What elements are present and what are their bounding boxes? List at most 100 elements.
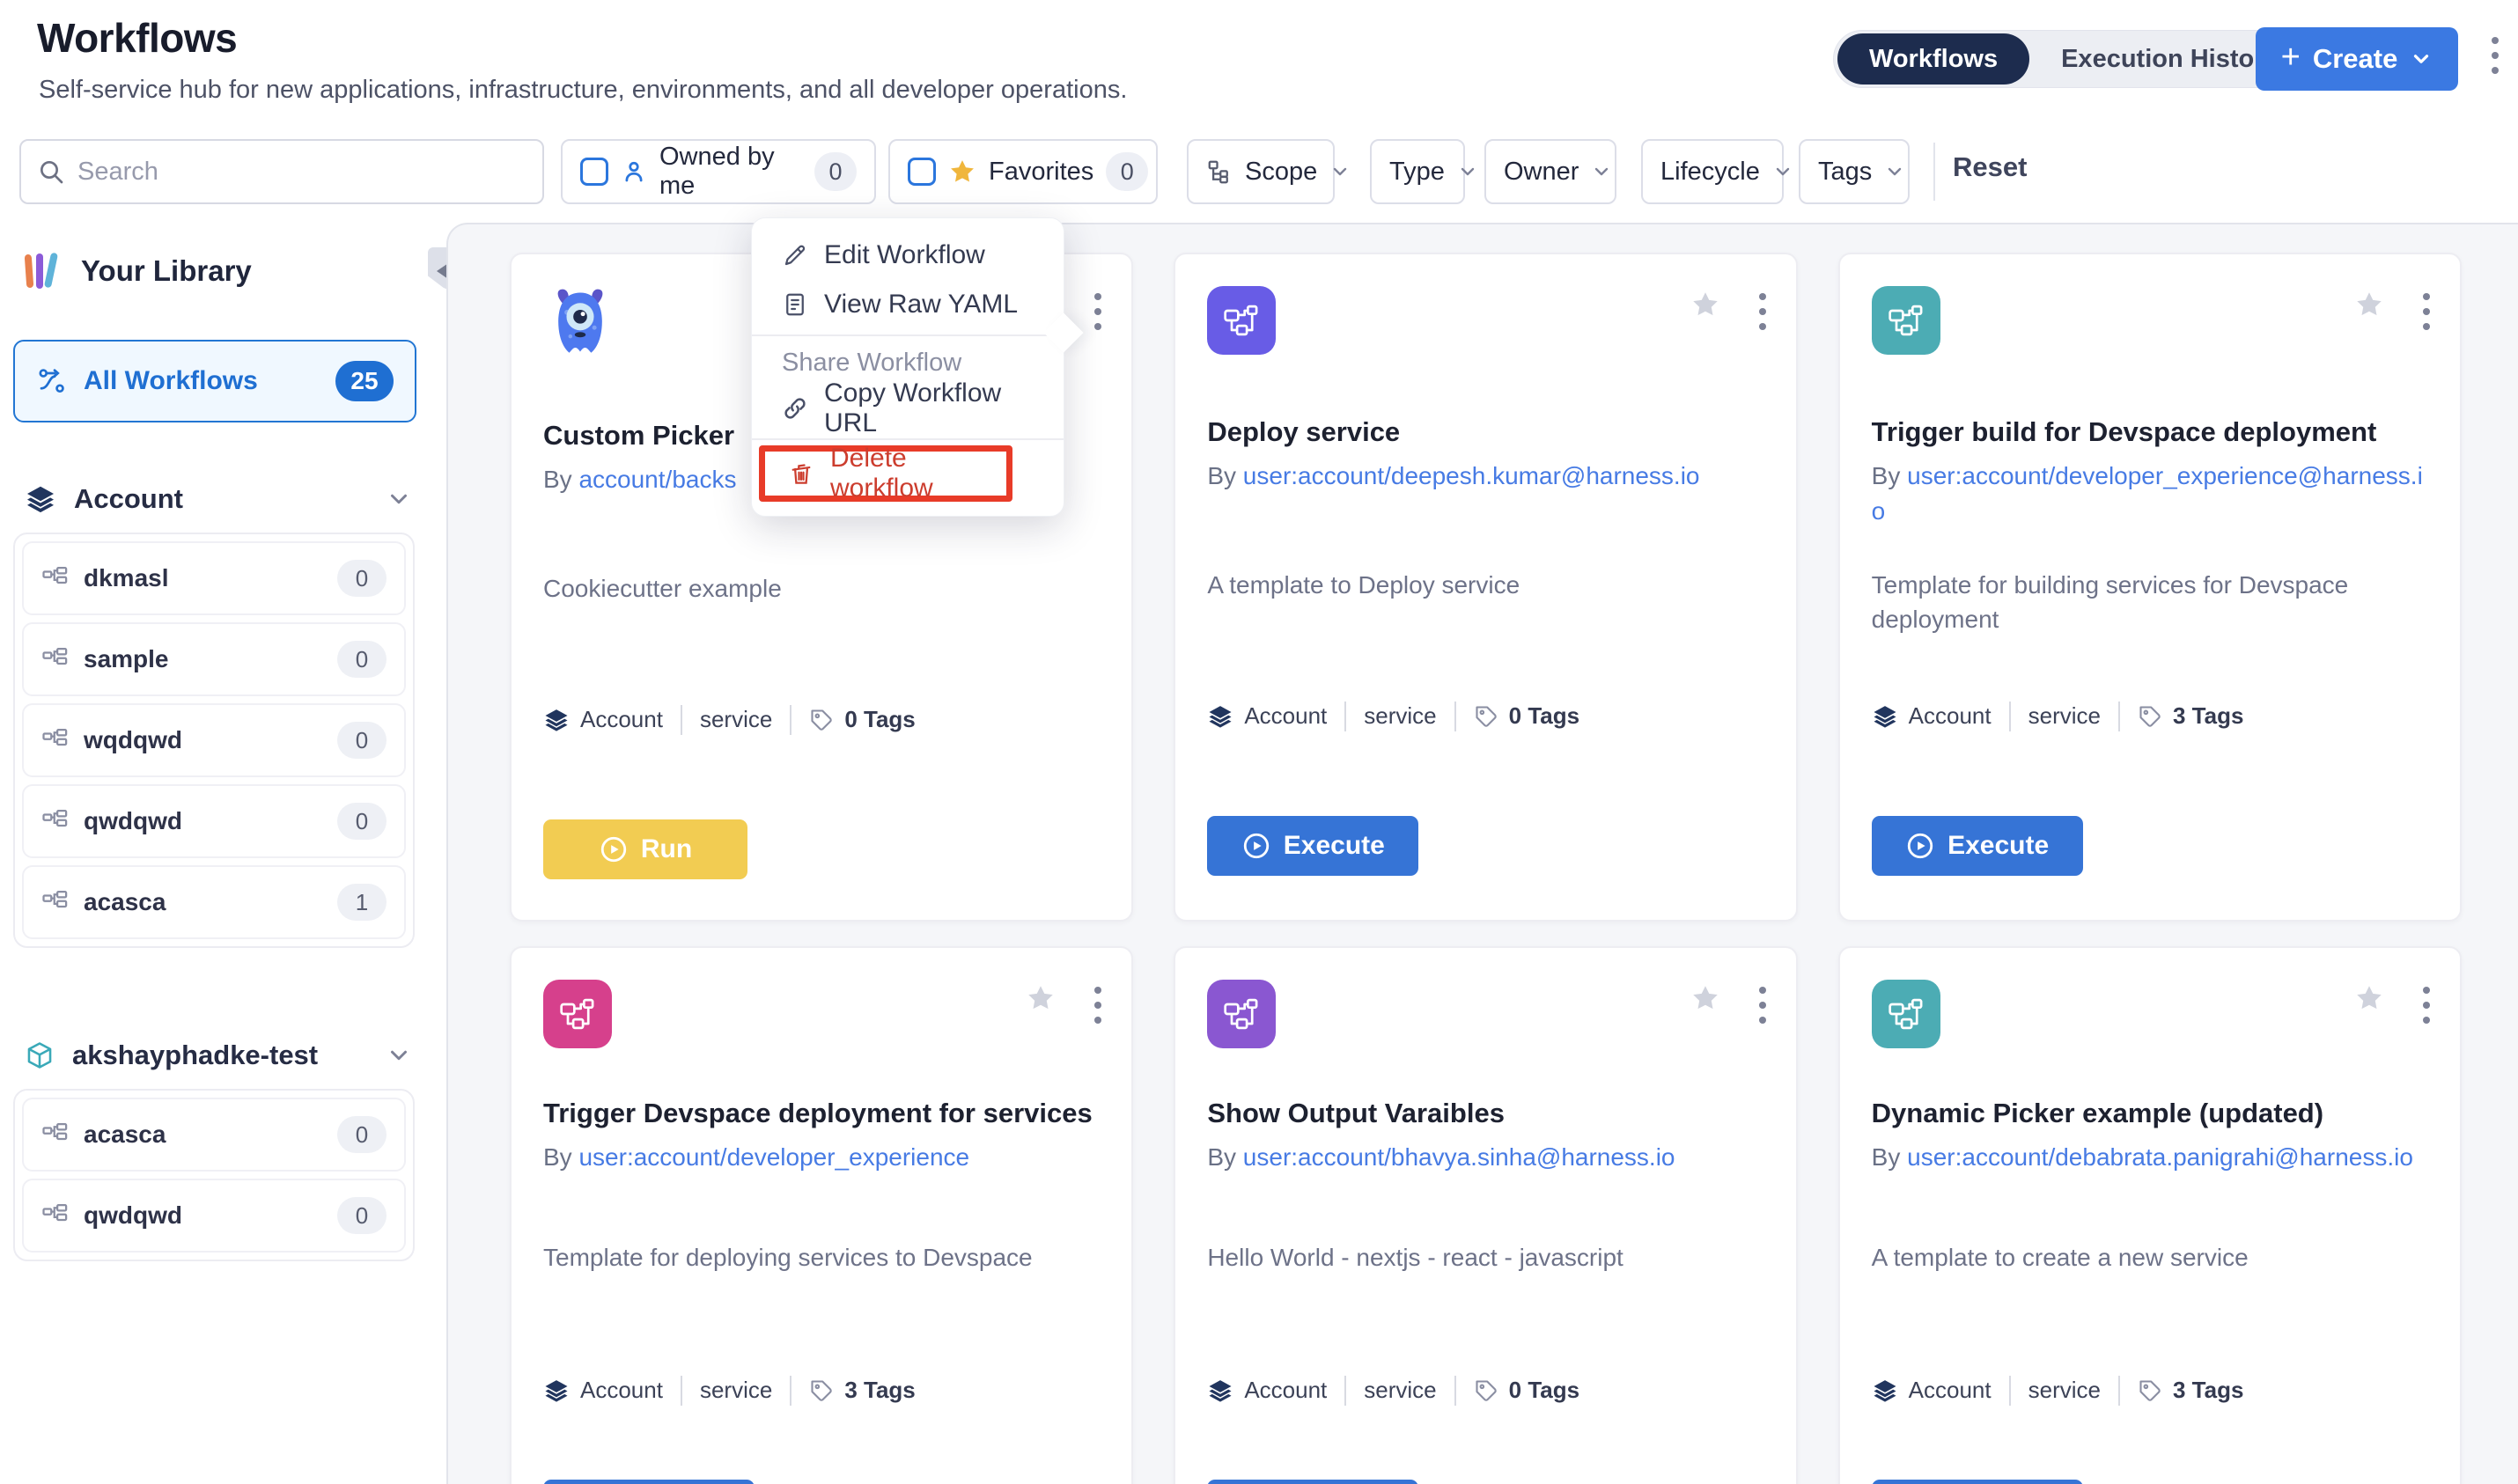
search-icon (37, 158, 65, 186)
favorite-star-icon[interactable] (1026, 983, 1056, 1013)
document-icon (782, 291, 808, 318)
header-kebab-menu[interactable] (2492, 37, 2499, 74)
section-account-label: Account (74, 483, 368, 515)
card-kebab-menu[interactable] (2423, 987, 2430, 1024)
lifecycle-filter[interactable]: Lifecycle (1641, 139, 1784, 204)
chevron-down-icon (2410, 48, 2433, 70)
lifecycle-filter-label: Lifecycle (1660, 158, 1760, 187)
view-toggle: Workflows Execution History (1833, 30, 2315, 88)
scope-filter[interactable]: Scope (1187, 139, 1335, 204)
menu-section-share: Share Workflow (752, 342, 1064, 384)
flowchart-icon (1222, 995, 1261, 1033)
tag-icon (1474, 1378, 1498, 1403)
owned-by-me-label: Owned by me (659, 143, 802, 201)
menu-item-edit-workflow[interactable]: Edit Workflow (752, 231, 1064, 280)
star-icon (948, 158, 976, 186)
page-title: Workflows (37, 14, 237, 62)
type-filter[interactable]: Type (1370, 139, 1465, 204)
sidebar-section-account[interactable]: Account (25, 483, 412, 515)
card-type: service (1364, 702, 1436, 730)
card-scope: Account (580, 1377, 663, 1404)
sidebar-item-acasca-akshay[interactable]: acasca 0 (22, 1098, 406, 1172)
tag-icon (2138, 704, 2162, 729)
org-chart-icon (41, 565, 68, 591)
sidebar-item-dkmasl[interactable]: dkmasl 0 (22, 541, 406, 615)
workflow-tile-icon (1872, 286, 1940, 355)
favorites-filter[interactable]: Favorites 0 (888, 139, 1158, 204)
card-kebab-menu[interactable] (2423, 293, 2430, 330)
sidebar-item-qwdqwd-account[interactable]: qwdqwd 0 (22, 784, 406, 858)
card-kebab-menu[interactable] (1094, 293, 1101, 330)
card-tags: 0 Tags (1509, 702, 1579, 730)
menu-item-view-raw-yaml[interactable]: View Raw YAML (752, 280, 1064, 329)
org-chart-icon (41, 889, 68, 915)
author-link[interactable]: user:account/bhavya.sinha@harness.io (1243, 1143, 1675, 1171)
org-chart-icon (41, 808, 68, 834)
execute-button[interactable]: Execute (1207, 1480, 1418, 1484)
workflow-card-dynamic-picker[interactable]: Dynamic Picker example (updated) By user… (1838, 946, 2462, 1484)
menu-item-copy-workflow-url[interactable]: Copy Workflow URL (752, 384, 1064, 433)
execute-button[interactable]: Execute (543, 1480, 755, 1484)
card-description: Hello World - nextjs - react - javascrip… (1207, 1240, 1763, 1332)
author-link[interactable]: user:account/debabrata.panigrahi@harness… (1907, 1143, 2413, 1171)
author-link[interactable]: user:account/developer_experience (578, 1143, 969, 1171)
monster-icon (543, 286, 617, 358)
tags-filter[interactable]: Tags (1799, 139, 1910, 204)
workflow-context-menu: Edit Workflow View Raw YAML Share Workfl… (751, 217, 1064, 517)
workflow-card-trigger-build[interactable]: Trigger build for Devspace deployment By… (1838, 253, 2462, 922)
sidebar-item-all-workflows[interactable]: All Workflows 25 (13, 340, 416, 422)
sidebar-item-wqdqwd[interactable]: wqdqwd 0 (22, 703, 406, 777)
workflows-page: Workflows Self-service hub for new appli… (0, 0, 2518, 1484)
favorites-count: 0 (1106, 152, 1148, 191)
create-button[interactable]: + Create (2256, 27, 2458, 91)
menu-item-delete-workflow[interactable]: Delete workflow (765, 452, 1006, 496)
chevron-down-icon (386, 486, 412, 512)
card-kebab-menu[interactable] (1759, 293, 1766, 330)
card-author: By user:account/bhavya.sinha@harness.io (1207, 1140, 1763, 1217)
sidebar-title: Your Library (81, 254, 252, 288)
author-link[interactable]: account/backs (578, 466, 736, 493)
search-input[interactable] (77, 158, 526, 187)
layers-icon (543, 707, 570, 733)
favorite-star-icon[interactable] (1690, 290, 1720, 320)
sidebar-item-acasca-account[interactable]: acasca 1 (22, 865, 406, 939)
favorites-checkbox[interactable] (908, 158, 936, 186)
execute-button[interactable]: Execute (1207, 816, 1418, 876)
menu-divider (752, 438, 1064, 440)
run-button[interactable]: Run (543, 819, 747, 879)
layers-icon (25, 483, 56, 515)
owned-by-me-filter[interactable]: Owned by me 0 (561, 139, 876, 204)
layers-icon (1207, 1377, 1233, 1404)
favorite-star-icon[interactable] (1690, 983, 1720, 1013)
reset-filters-button[interactable]: Reset (1953, 151, 2027, 183)
execute-button[interactable]: Execute (1872, 1480, 2083, 1484)
sidebar-item-qwdqwd-akshay[interactable]: qwdqwd 0 (22, 1179, 406, 1253)
author-link[interactable]: user:account/developer_experience@harnes… (1872, 462, 2423, 525)
chevron-down-icon (1457, 161, 1478, 182)
create-button-label: Create (2313, 43, 2398, 75)
tag-icon (1474, 704, 1498, 729)
tab-workflows[interactable]: Workflows (1837, 33, 2029, 84)
org-chart-icon (41, 1121, 68, 1148)
card-kebab-menu[interactable] (1094, 987, 1101, 1024)
workflow-card-trigger-devspace[interactable]: Trigger Devspace deployment for services… (510, 946, 1133, 1484)
flowchart-icon (1222, 301, 1261, 340)
sidebar-section-akshayphadke-test[interactable]: akshayphadke-test (25, 1040, 412, 1071)
owner-filter[interactable]: Owner (1484, 139, 1616, 204)
workflow-card-deploy-service[interactable]: Deploy service By user:account/deepesh.k… (1174, 253, 1797, 922)
tags-filter-label: Tags (1818, 158, 1872, 187)
tag-icon (2138, 1378, 2162, 1403)
author-link[interactable]: user:account/deepesh.kumar@harness.io (1243, 462, 1700, 489)
layers-icon (1207, 703, 1233, 730)
workflow-tile-icon (543, 980, 612, 1048)
favorite-star-icon[interactable] (2354, 983, 2384, 1013)
owned-by-me-checkbox[interactable] (580, 158, 608, 186)
card-type: service (700, 706, 772, 733)
execute-button[interactable]: Execute (1872, 816, 2083, 876)
favorite-star-icon[interactable] (2354, 290, 2384, 320)
layers-icon (1872, 703, 1898, 730)
sidebar-item-sample[interactable]: sample 0 (22, 622, 406, 696)
workflow-card-show-output[interactable]: Show Output Varaibles By user:account/bh… (1174, 946, 1797, 1484)
card-kebab-menu[interactable] (1759, 987, 1766, 1024)
card-title: Deploy service (1207, 416, 1763, 448)
